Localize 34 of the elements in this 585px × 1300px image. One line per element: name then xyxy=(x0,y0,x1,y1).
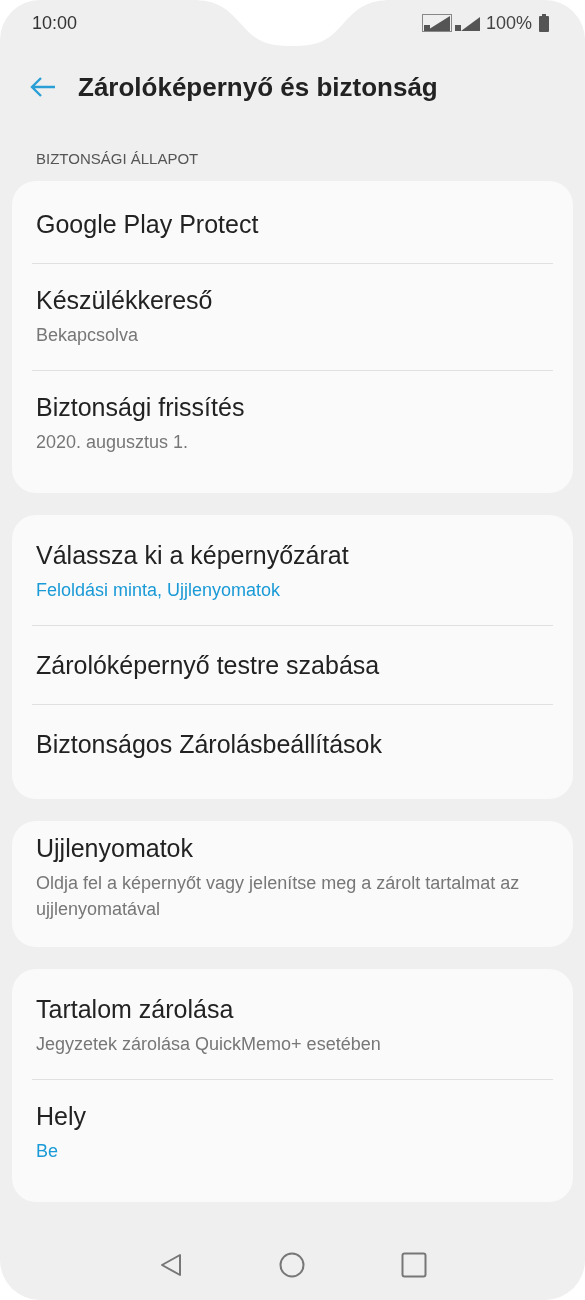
signal-icon xyxy=(454,14,481,32)
battery-icon xyxy=(539,14,549,32)
item-title: Zárolóképernyő testre szabása xyxy=(36,650,381,680)
item-subtitle: Bekapcsolva xyxy=(36,323,140,347)
section-label: BIZTONSÁGI ÁLLAPOT xyxy=(35,149,200,169)
item-title: Készülékkereső xyxy=(36,285,214,315)
settings-item[interactable]: Válassza ki a képernyőzárat Feloldási minta, Ujjlenyomatok xyxy=(32,519,553,625)
item-subtitle: Jegyzetek zárolása QuickMemo+ esetében xyxy=(36,1032,382,1056)
screen-title: Zárolóképernyő és biztonság xyxy=(78,71,438,103)
battery-percentage: 100% xyxy=(485,12,532,34)
home-icon[interactable] xyxy=(279,1252,306,1278)
item-title: Válassza ki a képernyőzárat xyxy=(36,540,350,570)
item-subtitle: 2020. augusztus 1. xyxy=(36,430,190,454)
item-title: Hely xyxy=(36,1101,87,1131)
settings-item[interactable]: Google Play Protect xyxy=(32,185,553,263)
item-title: Tartalom zárolása xyxy=(36,994,235,1024)
item-subtitle: Oldja fel a képernyőt vagy jelenítse meg a zárolt tartalmat az ujjlenyomatával xyxy=(36,872,521,921)
item-subtitle: Be xyxy=(36,1139,60,1163)
item-subtitle: Feloldási minta, Ujjlenyomatok xyxy=(36,578,282,602)
back-arrow-icon[interactable] xyxy=(30,76,56,98)
settings-item[interactable]: Biztonsági frissítés 2020. augusztus 1. xyxy=(32,370,553,477)
signal-icon xyxy=(421,14,452,32)
settings-item[interactable]: Tartalom zárolása Jegyzetek zárolása QuickMemo+ esetében xyxy=(32,973,553,1079)
item-title: Ujjlenyomatok xyxy=(36,834,194,864)
item-title: Google Play Protect xyxy=(36,209,260,239)
settings-item[interactable]: Készülékkereső Bekapcsolva xyxy=(32,263,553,370)
settings-item[interactable]: Biztonságos Zárolásbeállítások xyxy=(32,704,553,783)
settings-item[interactable]: Hely Be xyxy=(32,1079,553,1186)
status-time: 10:00 xyxy=(32,12,78,34)
settings-item[interactable]: Ujjlenyomatok Oldja fel a képernyőt vagy jelenítse meg a zárolt tartalmat az ujjlenyomatával xyxy=(32,825,553,931)
item-title: Biztonsági frissítés xyxy=(36,392,246,422)
recents-icon[interactable] xyxy=(401,1252,428,1278)
settings-item[interactable]: Zárolóképernyő testre szabása xyxy=(32,625,553,704)
item-title: Biztonságos Zárolásbeállítások xyxy=(36,729,384,759)
